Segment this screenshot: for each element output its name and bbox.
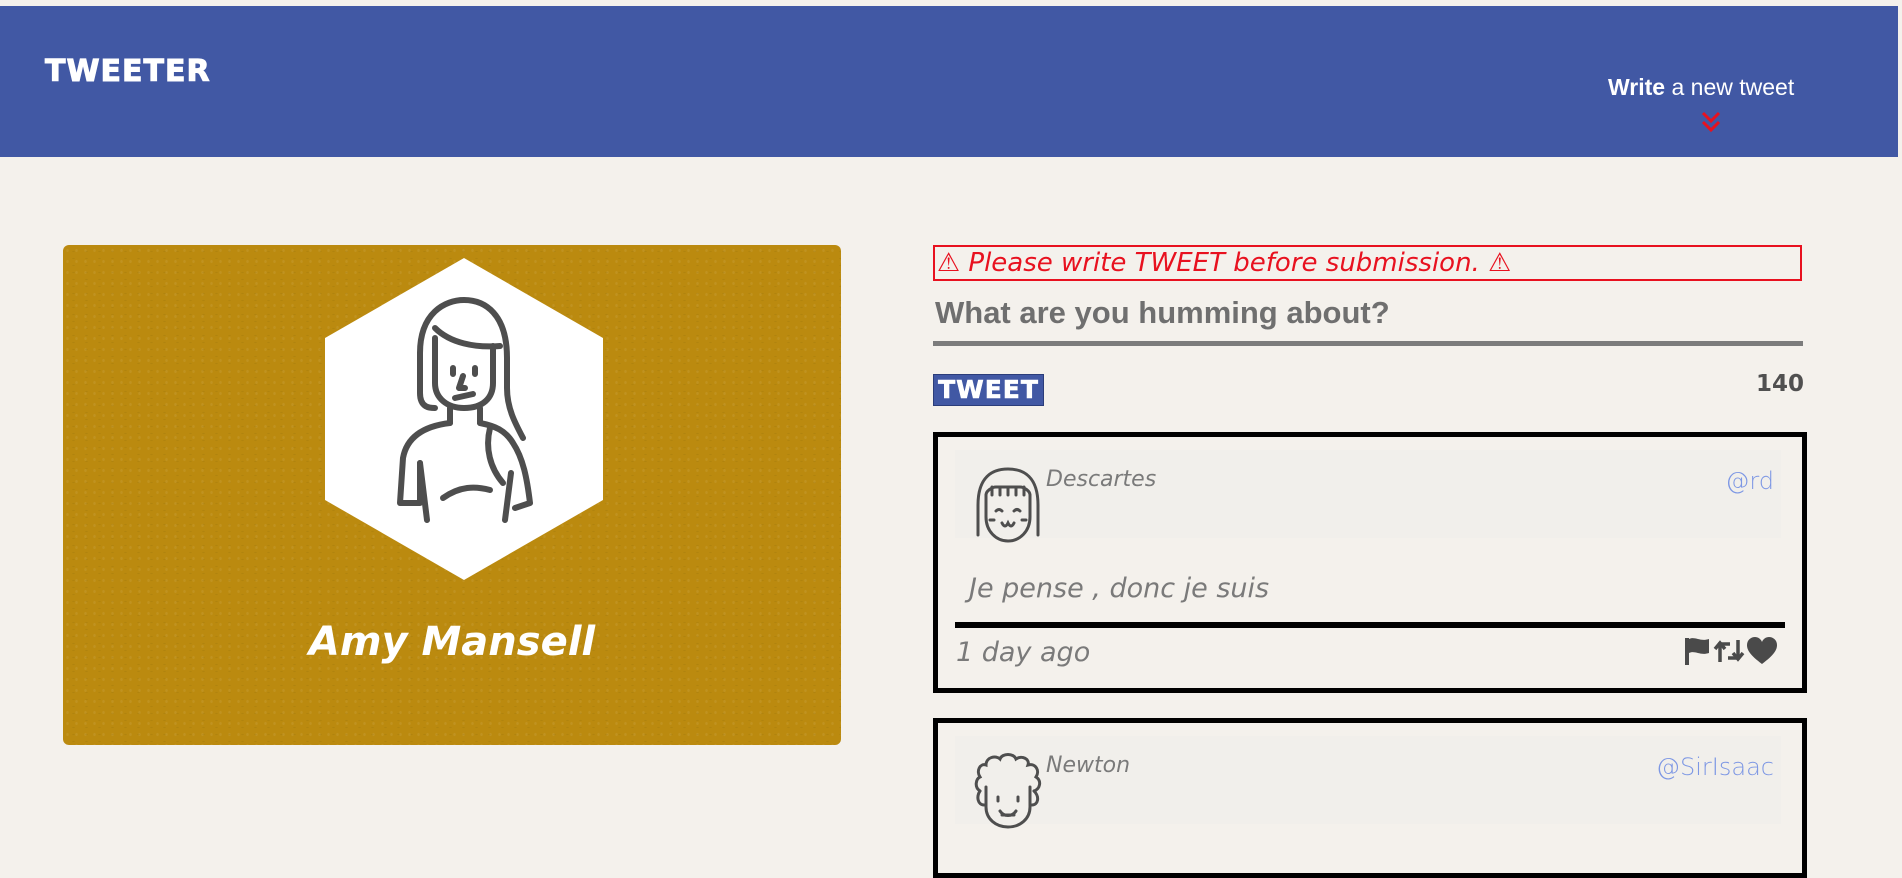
tweet-actions — [1682, 635, 1778, 667]
character-counter: 140 — [1755, 371, 1804, 397]
heart-icon[interactable] — [1746, 636, 1778, 666]
tweet-input[interactable] — [933, 284, 1803, 346]
tweet-author-handle[interactable]: @rd — [1725, 467, 1774, 495]
tweet-card: Newton @SirIsaac — [933, 718, 1807, 878]
double-chevron-down-icon[interactable] — [1700, 110, 1722, 134]
compose-link-bold: Write — [1608, 74, 1666, 100]
tweet-divider — [955, 622, 1785, 628]
tweet-author-name: Newton — [1046, 753, 1131, 778]
profile-card: Amy Mansell — [63, 245, 841, 745]
tweet-timestamp: 1 day ago — [956, 637, 1091, 668]
tweet-author-name: Descartes — [1046, 467, 1157, 492]
tweet-author-handle[interactable]: @SirIsaac — [1656, 753, 1774, 781]
curly-hair-avatar-icon — [974, 753, 1042, 829]
tweet-text: Je pense , donc je suis — [969, 573, 1270, 604]
tweet-header — [955, 450, 1781, 538]
error-message: ⚠ Please write TWEET before submission. … — [933, 245, 1802, 281]
tweet-card: Descartes @rd Je pense , donc je suis 1 … — [933, 432, 1807, 693]
profile-name: Amy Mansell — [308, 619, 596, 665]
write-new-tweet-link[interactable]: Write a new tweet — [1608, 74, 1794, 101]
tweet-submit-button[interactable]: TWEET — [933, 374, 1044, 406]
top-nav-bar: TWEETER Write a new tweet — [0, 6, 1898, 157]
compose-link-text: a new tweet — [1665, 74, 1795, 100]
girl-avatar-icon — [976, 467, 1040, 543]
brand-logo[interactable]: TWEETER — [45, 54, 211, 90]
retweet-icon[interactable] — [1712, 636, 1746, 666]
profile-avatar — [325, 258, 603, 580]
flag-icon[interactable] — [1682, 636, 1712, 666]
